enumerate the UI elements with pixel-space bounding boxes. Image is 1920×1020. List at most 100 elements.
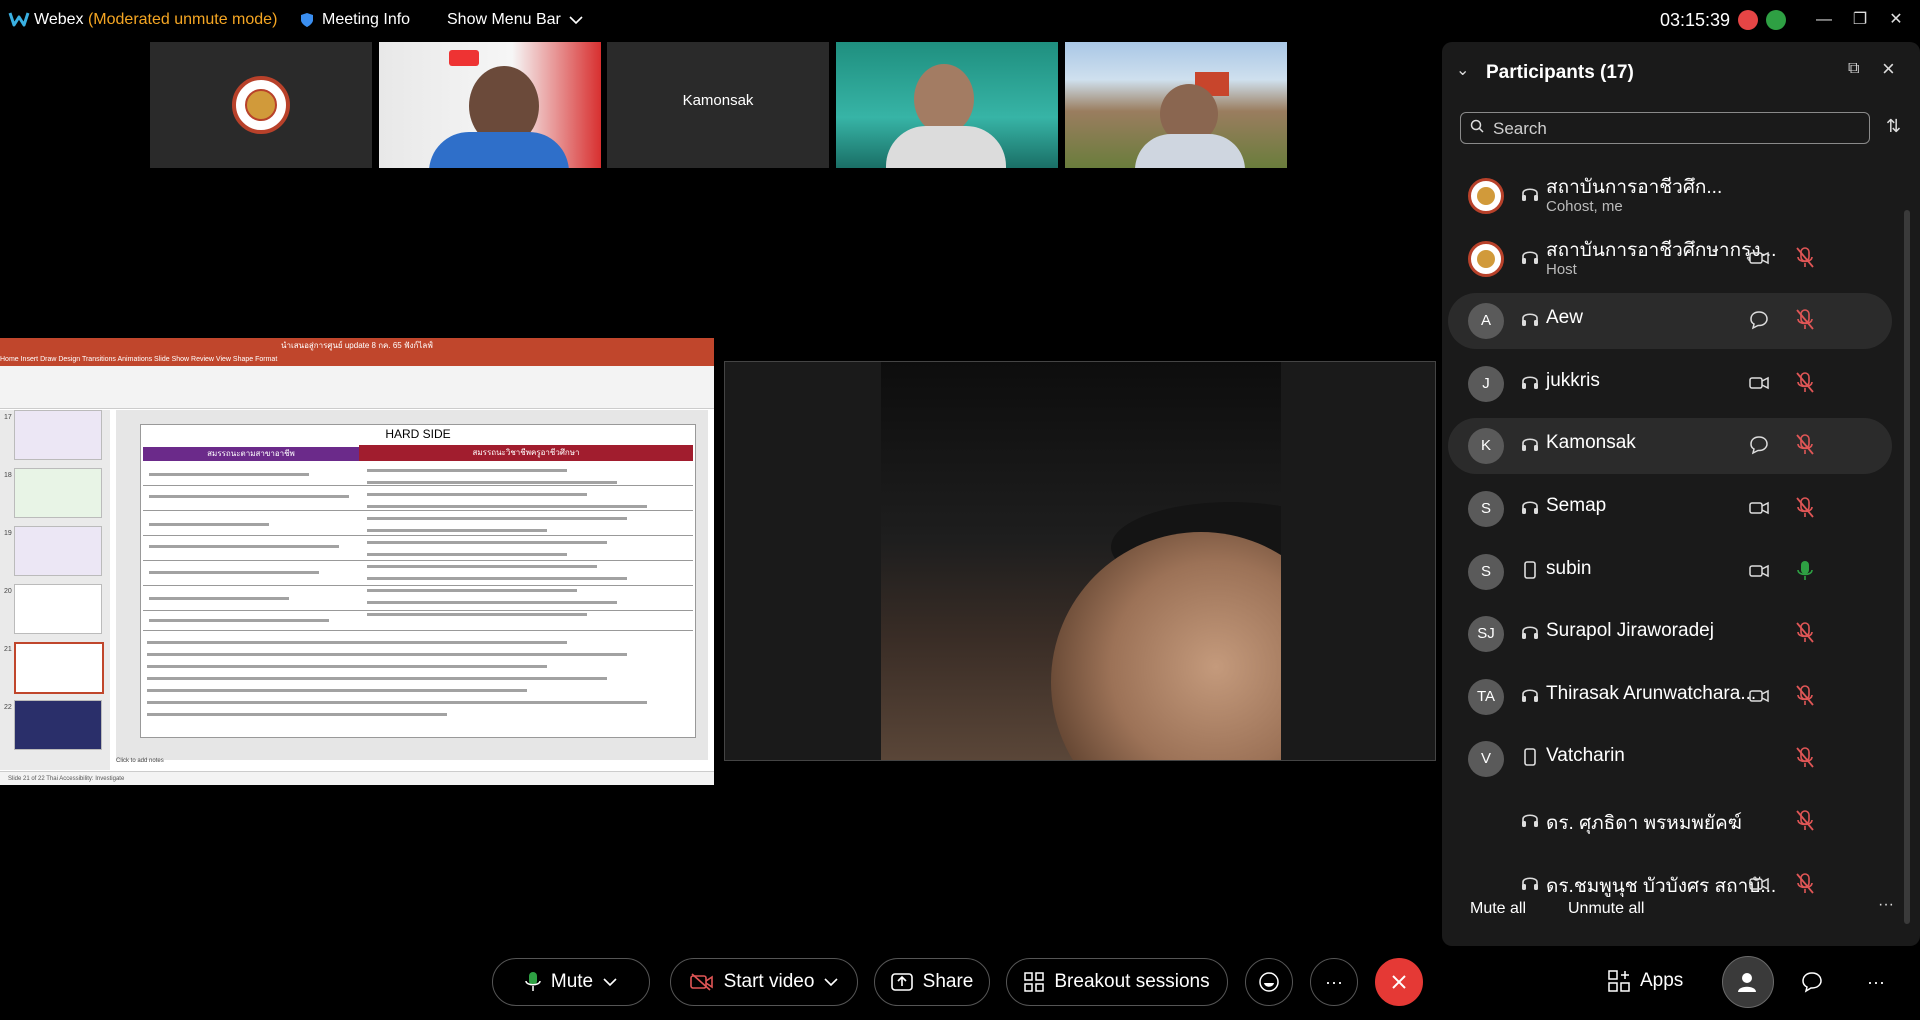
participants-panel: ⌄ Participants (17) ⧉ × ⇅ สถาบันการอาชีว… <box>1442 42 1920 946</box>
slide-text-line <box>367 577 627 580</box>
avatar: A <box>1468 303 1504 340</box>
minimize-icon[interactable]: — <box>1812 8 1836 32</box>
mic-muted-icon[interactable] <box>1794 746 1816 770</box>
mute-all-button[interactable]: Mute all <box>1470 900 1526 918</box>
leave-meeting-button[interactable] <box>1375 958 1423 1006</box>
scrollbar[interactable] <box>1904 210 1910 924</box>
headset-icon <box>1522 251 1538 264</box>
participant-thumbnail[interactable]: Kamonsak <box>607 42 829 168</box>
mic-muted-icon[interactable] <box>1794 684 1816 708</box>
title-bar <box>0 0 1920 42</box>
video-icon[interactable] <box>1748 873 1770 895</box>
video-icon[interactable] <box>1748 685 1770 707</box>
unmute-all-button[interactable]: Unmute all <box>1568 900 1644 918</box>
close-window-icon[interactable]: ✕ <box>1884 8 1908 32</box>
mic-muted-icon[interactable] <box>1794 621 1816 645</box>
mic-muted-icon[interactable] <box>1794 371 1816 395</box>
participant-thumbnail[interactable] <box>150 42 372 168</box>
chat-button[interactable] <box>1788 958 1836 1006</box>
meeting-info-button[interactable]: Meeting Info <box>300 11 410 29</box>
restore-icon[interactable]: ❐ <box>1848 8 1872 32</box>
slide-text-line <box>367 541 607 544</box>
click-to-add-notes: Click to add notes <box>116 758 164 764</box>
reactions-button[interactable] <box>1245 958 1293 1006</box>
slide-number: 21 <box>4 646 12 653</box>
participant-row[interactable]: สถาบันการอาชีวศึก... Cohost, me <box>1448 168 1892 224</box>
sort-icon[interactable]: ⇅ <box>1886 116 1901 137</box>
participant-row[interactable]: SJ Surapol Jiraworadej <box>1448 606 1892 662</box>
table-line <box>143 485 693 486</box>
phone-icon <box>1524 748 1536 767</box>
mic-muted-icon[interactable] <box>1794 809 1816 833</box>
participant-thumbnail[interactable] <box>836 42 1058 168</box>
participant-thumbnail[interactable] <box>1065 42 1287 168</box>
search-box[interactable] <box>1460 112 1870 145</box>
popout-icon[interactable]: ⧉ <box>1848 60 1859 78</box>
shared-screen[interactable]: นำเสนอสู่การศูนย์ update 8 กค. 65 ฟังก์ไ… <box>0 338 714 785</box>
share-icon <box>890 973 913 991</box>
participant-row[interactable]: S Semap <box>1448 481 1892 537</box>
mute-button[interactable]: Mute <box>492 958 650 1006</box>
search-icon <box>1470 119 1484 133</box>
chevron-down-icon[interactable] <box>824 977 838 987</box>
more-menu-icon[interactable]: ··· <box>1852 958 1900 1006</box>
slide-canvas: HARD SIDE สมรรถนะตามสาขาอาชีพ สมรรถนะวิช… <box>116 410 708 760</box>
slide-text-line <box>367 517 627 520</box>
show-menu-label: Show Menu Bar <box>447 11 561 28</box>
mic-muted-icon[interactable] <box>1794 872 1816 896</box>
share-button[interactable]: Share <box>874 958 990 1006</box>
mic-muted-icon[interactable] <box>1794 496 1816 520</box>
right-column-header: สมรรถนะวิชาชีพครูอาชีวศึกษา <box>359 445 693 461</box>
chevron-down-icon[interactable] <box>603 977 617 987</box>
more-options-icon[interactable]: ··· <box>1878 896 1894 914</box>
more-options-button[interactable]: ··· <box>1310 958 1358 1006</box>
video-icon[interactable] <box>1748 247 1770 269</box>
ppt-ribbon <box>0 366 714 409</box>
mic-active-icon[interactable] <box>1794 559 1816 583</box>
chat-icon[interactable] <box>1748 309 1770 331</box>
slide-text-line <box>367 589 577 592</box>
participant-row[interactable]: TA Thirasak Arunwatchara... <box>1448 669 1892 725</box>
avatar <box>1468 240 1504 277</box>
collapse-chevron-icon[interactable]: ⌄ <box>1456 60 1469 80</box>
search-input[interactable] <box>1491 113 1865 145</box>
apps-icon <box>1608 970 1630 992</box>
start-video-button[interactable]: Start video <box>670 958 858 1006</box>
video-icon[interactable] <box>1748 560 1770 582</box>
participant-row[interactable]: A Aew <box>1448 293 1892 350</box>
mic-muted-icon[interactable] <box>1794 308 1816 332</box>
table-line <box>143 560 693 561</box>
avatar <box>1468 178 1504 214</box>
breakout-sessions-button[interactable]: Breakout sessions <box>1006 958 1228 1006</box>
slide-text-line <box>367 493 587 496</box>
active-speaker-video[interactable] <box>724 361 1436 761</box>
mic-muted-icon[interactable] <box>1794 246 1816 270</box>
chat-icon[interactable] <box>1748 434 1770 456</box>
slide-text-line <box>367 481 617 484</box>
apps-button[interactable]: Apps <box>1608 970 1683 992</box>
show-menu-bar-button[interactable]: Show Menu Bar <box>447 11 583 29</box>
participant-row[interactable]: K Kamonsak <box>1448 418 1892 475</box>
table-line <box>143 585 693 586</box>
participant-thumbnail[interactable] <box>379 42 601 168</box>
network-stats-icon[interactable] <box>1766 10 1786 30</box>
video-frame <box>881 362 1281 760</box>
close-icon <box>1392 975 1406 989</box>
participant-name-tile: Kamonsak <box>682 92 754 109</box>
mic-muted-icon[interactable] <box>1794 433 1816 457</box>
slide-thumbnail <box>14 700 102 750</box>
participant-row[interactable]: สถาบันการอาชีวศึกษากรุง... Host <box>1448 231 1892 287</box>
slide-text-line <box>147 653 627 656</box>
video-icon[interactable] <box>1748 497 1770 519</box>
participant-row[interactable]: V Vatcharin <box>1448 731 1892 787</box>
participant-row[interactable]: Ssubin <box>1448 544 1892 600</box>
participant-row[interactable]: ดร. ศุภธิดา พรหมพยัคฆ์ <box>1448 794 1892 850</box>
app-title: Webex (Moderated unmute mode) <box>34 11 277 29</box>
slide-number: 22 <box>4 704 12 711</box>
close-panel-icon[interactable]: × <box>1882 56 1895 82</box>
recording-icon[interactable] <box>1738 10 1758 30</box>
breakout-icon <box>1024 972 1045 992</box>
participant-row[interactable]: Jjukkris <box>1448 356 1892 412</box>
video-icon[interactable] <box>1748 372 1770 394</box>
participants-toggle-button[interactable] <box>1722 956 1774 1008</box>
